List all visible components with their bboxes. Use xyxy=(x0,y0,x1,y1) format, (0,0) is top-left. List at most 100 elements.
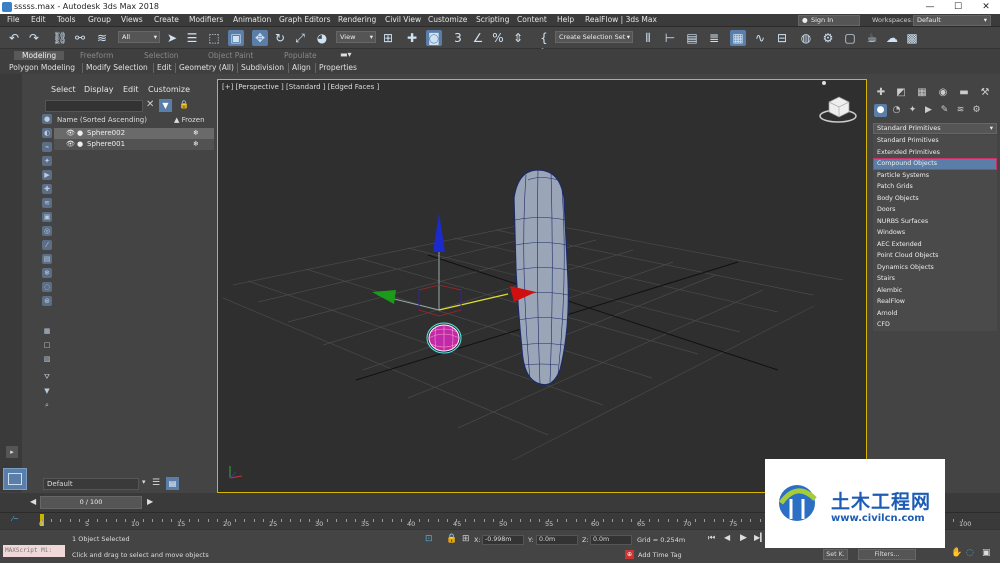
toggle-ribbon-icon[interactable]: ▦ xyxy=(730,30,746,46)
close-button[interactable]: ✕ xyxy=(972,0,1000,14)
menu-modifiers[interactable]: Modifiers xyxy=(189,15,223,24)
clear-search-icon[interactable]: ✕ xyxy=(146,99,154,110)
explorer-row[interactable]: 👁 ● Sphere001 ❄ xyxy=(54,139,214,150)
display-frozen-icon[interactable]: ❄ xyxy=(42,268,52,278)
align-icon[interactable]: ⊢ xyxy=(662,30,678,46)
display-cameras-icon[interactable]: ▶ xyxy=(42,170,52,180)
menu-customize[interactable]: Customize xyxy=(428,15,467,24)
a360-gallery-icon[interactable]: ▩ xyxy=(904,30,920,46)
pan-view-icon[interactable]: ✋ xyxy=(951,548,962,558)
unlink-icon[interactable]: ⚯ xyxy=(72,30,88,46)
layer-stack-icon[interactable]: ☰ xyxy=(152,478,160,488)
modify-tab-icon[interactable]: ◩ xyxy=(894,86,908,99)
option-doors[interactable]: Doors xyxy=(873,204,997,216)
orbit-icon[interactable]: ◌ xyxy=(966,548,974,558)
rendered-frame-window-icon[interactable]: ▢ xyxy=(842,30,858,46)
ribbon-options-icon[interactable]: ▬▾ xyxy=(340,50,352,59)
layer-explorer-icon[interactable]: ≣ xyxy=(706,30,722,46)
ribbon-tab-modeling[interactable]: Modeling xyxy=(14,51,65,60)
systems-icon[interactable]: ⚙ xyxy=(970,104,983,117)
material-editor-icon[interactable]: ◍ xyxy=(798,30,814,46)
reference-coordinate-dropdown[interactable]: View ▾ xyxy=(336,31,376,43)
ribbon-tab-populate[interactable]: Populate xyxy=(284,51,317,60)
explorer-tab-display[interactable]: Display xyxy=(84,85,114,94)
option-point-cloud-objects[interactable]: Point Cloud Objects xyxy=(873,250,997,262)
option-extended-primitives[interactable]: Extended Primitives xyxy=(873,147,997,159)
keyboard-shortcut-override-icon[interactable]: ◙ xyxy=(426,30,442,46)
viewcube[interactable] xyxy=(819,81,857,123)
frozen-status[interactable]: ❄ xyxy=(193,128,199,139)
explorer-tab-select[interactable]: Select xyxy=(51,85,76,94)
sphere001-object[interactable] xyxy=(426,322,462,354)
visibility-eye-icon[interactable]: 👁 xyxy=(66,128,75,139)
minimize-button[interactable]: — xyxy=(916,0,944,14)
key-filters-button[interactable]: Filters... xyxy=(858,549,916,560)
option-realflow[interactable]: RealFlow xyxy=(873,296,997,308)
menu-realflow[interactable]: RealFlow | 3ds Max xyxy=(585,15,657,24)
display-shapes-icon[interactable]: ⌁ xyxy=(42,142,52,152)
viewport-layout-button[interactable] xyxy=(3,468,27,490)
frozen-status[interactable]: ❄ xyxy=(193,139,199,150)
geometry-icon[interactable]: ● xyxy=(874,104,887,117)
sphere002-object[interactable] xyxy=(513,169,569,386)
ribbon-geometry-all[interactable]: Geometry (All) xyxy=(179,63,234,72)
shapes-icon[interactable]: ◔ xyxy=(890,104,903,117)
maximize-button[interactable]: ☐ xyxy=(944,0,972,14)
select-and-place-icon[interactable]: ◕ xyxy=(314,30,330,46)
explorer-search-input[interactable] xyxy=(45,100,143,112)
option-nurbs-surfaces[interactable]: NURBS Surfaces xyxy=(873,216,997,228)
motion-tab-icon[interactable]: ◉ xyxy=(936,86,950,99)
filter-icon[interactable]: ▼ xyxy=(159,99,172,112)
render-production-icon[interactable]: ☕ xyxy=(864,30,880,46)
menu-group[interactable]: Group xyxy=(88,15,111,24)
menu-create[interactable]: Create xyxy=(154,15,179,24)
ribbon-polygon-modeling[interactable]: Polygon Modeling xyxy=(9,63,75,72)
time-slider[interactable]: 0 / 100 xyxy=(40,496,142,509)
option-compound-objects[interactable]: Compound Objects xyxy=(873,158,997,170)
expand-panel-icon[interactable]: ▸ xyxy=(6,446,18,458)
isolate-selection-icon[interactable]: ⊡ xyxy=(425,534,433,544)
maximize-viewport-icon[interactable]: ▣ xyxy=(982,548,991,558)
redo-icon[interactable]: ↷ xyxy=(26,30,42,46)
display-groups-icon[interactable]: ▣ xyxy=(42,212,52,222)
next-frame-icon[interactable]: ▶ xyxy=(147,497,153,506)
select-manipulate-icon[interactable]: ✚ xyxy=(404,30,420,46)
workspaces-dropdown[interactable]: Default ▾ xyxy=(913,15,991,26)
ribbon-edit[interactable]: Edit xyxy=(157,63,172,72)
select-by-name-icon[interactable]: ☰ xyxy=(184,30,200,46)
render-setup-icon[interactable]: ⚙ xyxy=(820,30,836,46)
display-helpers-icon[interactable]: ✚ xyxy=(42,184,52,194)
menu-animation[interactable]: Animation xyxy=(233,15,271,24)
edit-named-selection-icon[interactable]: { } xyxy=(536,30,552,61)
y-coordinate-field[interactable]: 0.0m xyxy=(536,535,578,545)
display-geometry-icon[interactable]: ◐ xyxy=(42,128,52,138)
snaps-toggle-icon[interactable]: 3 xyxy=(450,30,466,46)
lights-icon[interactable]: ✦ xyxy=(906,104,919,117)
menu-edit[interactable]: Edit xyxy=(31,15,46,24)
track-bar-toggle-icon[interactable]: ⁄~ xyxy=(12,515,19,523)
option-body-objects[interactable]: Body Objects xyxy=(873,193,997,205)
column-frozen-header[interactable]: ▲ Frozen xyxy=(174,116,205,124)
ribbon-properties[interactable]: Properties xyxy=(319,63,357,72)
display-spacewarps-icon[interactable]: ≋ xyxy=(42,198,52,208)
selection-lock-icon[interactable]: 🔒 xyxy=(446,534,457,544)
ribbon-tab-freeform[interactable]: Freeform xyxy=(80,51,113,60)
option-dynamics-objects[interactable]: Dynamics Objects xyxy=(873,262,997,274)
ribbon-align[interactable]: Align xyxy=(292,63,311,72)
select-and-scale-icon[interactable]: ⤢ xyxy=(292,30,308,46)
z-coordinate-field[interactable]: 0.0m xyxy=(590,535,632,545)
toggle-scene-explorer-icon[interactable]: ▤ xyxy=(684,30,700,46)
link-icon[interactable]: ⛓ xyxy=(52,30,68,46)
rectangular-selection-icon[interactable]: ⬚ xyxy=(206,30,222,46)
visibility-eye-icon[interactable]: 👁 xyxy=(66,139,75,150)
add-time-tag[interactable]: Add Time Tag xyxy=(638,551,682,559)
perspective-viewport[interactable]: [+] [Perspective ] [Standard ] [Edged Fa… xyxy=(217,79,867,493)
display-containers-icon[interactable]: ▤ xyxy=(42,254,52,264)
option-stairs[interactable]: Stairs xyxy=(873,273,997,285)
select-and-move-icon[interactable]: ✥ xyxy=(252,30,268,46)
option-alembic[interactable]: Alembic xyxy=(873,285,997,297)
bind-space-warp-icon[interactable]: ≋ xyxy=(94,30,110,46)
pivot-center-icon[interactable]: ⊞ xyxy=(380,30,396,46)
select-none-icon[interactable]: □ xyxy=(42,340,52,350)
play-icon[interactable]: ▶ xyxy=(740,533,747,543)
